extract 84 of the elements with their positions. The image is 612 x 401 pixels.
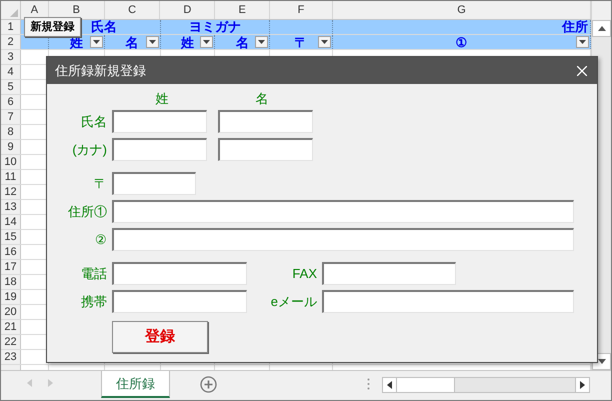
column-label: 姓 — [156, 92, 168, 107]
input-field[interactable] — [112, 262, 247, 285]
scroll-up-button[interactable] — [592, 20, 611, 37]
cell-text: 名 — [126, 36, 139, 48]
field-label: 住所① — [67, 202, 107, 221]
caret-icon — [579, 40, 586, 44]
row-header[interactable]: 13 — [1, 200, 21, 214]
row-header[interactable]: 23 — [1, 350, 21, 364]
row-header[interactable]: 2 — [1, 35, 21, 49]
filter-button[interactable] — [318, 36, 331, 48]
row-header[interactable]: 5 — [1, 80, 21, 94]
row-header[interactable]: 15 — [1, 230, 21, 244]
filter-button[interactable] — [576, 36, 590, 48]
sheet-tab[interactable]: 住所録 — [101, 371, 170, 398]
row-header[interactable]: 20 — [1, 305, 21, 319]
filter-button[interactable] — [90, 36, 103, 48]
field-label: 〒 — [93, 174, 107, 193]
new-entry-button[interactable]: 新規登録 — [24, 17, 81, 37]
field-label: eメール — [270, 292, 317, 311]
row-header[interactable]: 11 — [1, 170, 21, 184]
cell-text: 姓 — [180, 36, 194, 48]
column-header[interactable]: E — [215, 1, 270, 19]
scroll-right-button[interactable] — [575, 378, 589, 392]
corner-triangle-icon — [10, 9, 18, 17]
row-header[interactable]: 19 — [1, 290, 21, 304]
caret-icon — [320, 40, 328, 44]
row-header[interactable]: 21 — [1, 320, 21, 334]
table-cell: 住所 — [332, 20, 592, 34]
close-icon[interactable] — [577, 66, 587, 76]
row-header[interactable]: 12 — [1, 185, 21, 199]
field-label: ② — [94, 230, 107, 249]
right-arrow-icon — [580, 381, 585, 389]
split-handle-icon[interactable] — [367, 378, 370, 390]
caret-icon — [258, 40, 266, 44]
row-header[interactable]: 16 — [1, 245, 21, 259]
cell-text: 〒 — [294, 36, 308, 48]
input-field[interactable] — [322, 262, 456, 285]
horizontal-scrollbar[interactable] — [382, 377, 590, 393]
column-label: 名 — [256, 92, 268, 107]
dialog-title: 住所録新規登録 — [55, 62, 146, 80]
left-arrow-icon — [387, 381, 392, 389]
table-cell: ヨミガナ — [160, 20, 270, 34]
row-header[interactable]: 4 — [1, 65, 21, 79]
filter-button[interactable] — [255, 36, 268, 48]
input-field[interactable] — [112, 138, 207, 161]
scroll-thumb[interactable] — [397, 378, 455, 392]
caret-icon — [148, 40, 156, 44]
filter-button[interactable] — [146, 36, 159, 48]
row-header[interactable]: 8 — [1, 125, 21, 139]
column-header[interactable]: D — [160, 1, 216, 19]
cell-text: 名 — [236, 36, 249, 48]
filter-button[interactable] — [200, 36, 214, 48]
add-sheet-icon[interactable] — [200, 376, 217, 393]
input-field[interactable] — [112, 200, 574, 223]
input-field[interactable] — [322, 290, 574, 313]
row-header[interactable]: 1 — [1, 20, 21, 34]
row-header[interactable]: 17 — [1, 260, 21, 274]
row-header[interactable]: 18 — [1, 275, 21, 289]
row-header[interactable]: 22 — [1, 335, 21, 349]
row-header[interactable]: 3 — [1, 50, 21, 64]
row-header[interactable]: 7 — [1, 110, 21, 124]
row-header[interactable]: 10 — [1, 155, 21, 169]
row-header[interactable]: 14 — [1, 215, 21, 229]
field-label: 携帯 — [80, 292, 107, 311]
input-field[interactable] — [218, 138, 313, 161]
column-header[interactable]: C — [104, 1, 160, 19]
caret-icon — [92, 40, 100, 44]
row-header[interactable]: 9 — [1, 140, 21, 154]
input-field[interactable] — [112, 110, 207, 133]
input-field[interactable] — [112, 228, 574, 251]
field-label: (カナ) — [71, 140, 107, 159]
register-button[interactable]: 登録 — [112, 321, 208, 353]
field-label: 氏名 — [80, 112, 107, 131]
up-arrow-icon — [598, 26, 606, 31]
input-field[interactable] — [218, 110, 313, 133]
column-header[interactable]: F — [270, 1, 333, 19]
scroll-left-button[interactable] — [383, 378, 397, 392]
field-label: FAX — [292, 264, 317, 283]
cell-text: ① — [455, 36, 468, 48]
field-label: 電話 — [80, 264, 107, 283]
caret-icon — [203, 40, 210, 44]
input-field[interactable] — [112, 172, 196, 195]
input-field[interactable] — [112, 290, 247, 313]
row-header[interactable]: 6 — [1, 95, 21, 109]
